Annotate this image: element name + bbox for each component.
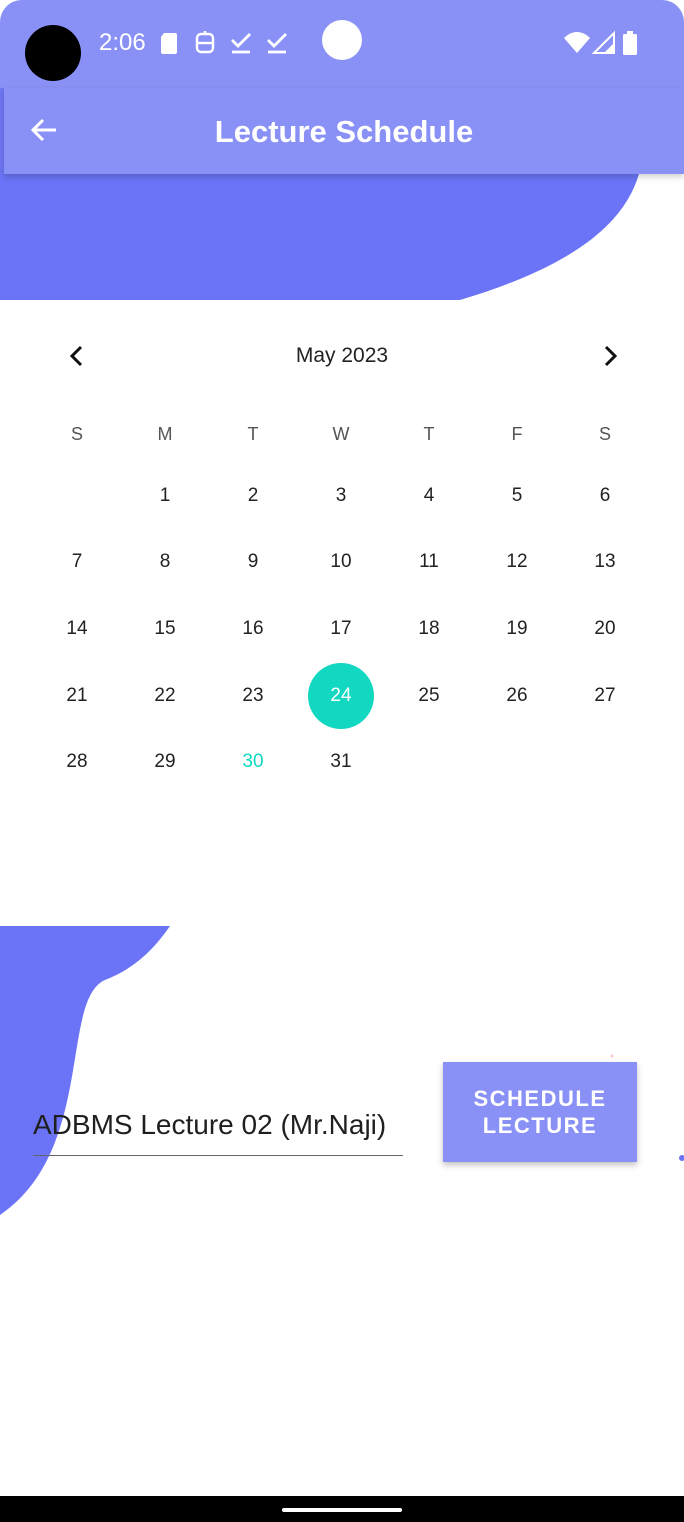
calendar-day[interactable]: 27	[572, 663, 638, 729]
calendar-day[interactable]: 2	[220, 463, 286, 529]
calendar-day[interactable]: 3	[308, 463, 374, 529]
calendar-day[interactable]: 11	[396, 529, 462, 595]
calendar-day[interactable]: 30	[220, 729, 286, 795]
calendar-day[interactable]: 17	[308, 596, 374, 662]
calendar-day[interactable]: 22	[132, 663, 198, 729]
calendar-month-label: May 2023	[295, 344, 389, 367]
calendar-day[interactable]: 28	[44, 729, 110, 795]
bottom-left-wave-shape	[0, 926, 170, 1215]
calendar-day[interactable]: 6	[572, 463, 638, 529]
calendar-day[interactable]: 5	[484, 463, 550, 529]
calendar-day[interactable]: 8	[132, 529, 198, 595]
check-download-icon	[231, 33, 251, 54]
app-bar: Lecture Schedule	[4, 88, 684, 174]
calendar-day[interactable]: 9	[220, 529, 286, 595]
status-time: 2:06	[99, 29, 146, 56]
calendar-day[interactable]: 15	[132, 596, 198, 662]
battery-icon	[623, 31, 637, 55]
weekday-label: S	[598, 424, 611, 444]
next-month-button[interactable]	[590, 336, 630, 376]
calendar-day[interactable]: 25	[396, 663, 462, 729]
status-bar: 2:06	[0, 0, 684, 88]
home-gesture-handle[interactable]	[282, 1508, 402, 1512]
calendar-day[interactable]: 20	[572, 596, 638, 662]
top-wave-shape	[0, 170, 640, 300]
weekday-label: F	[511, 424, 523, 444]
calendar-day[interactable]: 21	[44, 663, 110, 729]
wifi-icon	[564, 32, 590, 53]
system-navigation-bar	[0, 1496, 684, 1522]
calendar-day[interactable]: 14	[44, 596, 110, 662]
calendar-day[interactable]: 4	[396, 463, 462, 529]
calendar-day-selected[interactable]: 24	[308, 663, 374, 729]
page-title: Lecture Schedule	[214, 114, 474, 149]
calendar-day[interactable]: 23	[220, 663, 286, 729]
schedule-lecture-button[interactable]: SCHEDULE LECTURE	[443, 1062, 637, 1162]
calendar-day[interactable]: 18	[396, 596, 462, 662]
weekday-label: T	[423, 424, 435, 444]
status-indicator-dot	[322, 20, 362, 60]
check-download-icon	[267, 33, 287, 54]
calendar-day[interactable]: 1	[132, 463, 198, 529]
calendar: May 2023 SMTWTFS 1 2 3 4 5 6 7 8 9 10 11 12 13 14 15 16…	[0, 300, 684, 820]
weekday-label: W	[332, 424, 350, 444]
calendar-day[interactable]: 29	[132, 729, 198, 795]
weekday-label: T	[247, 424, 259, 444]
calendar-day[interactable]: 26	[484, 663, 550, 729]
sd-card-icon	[161, 33, 177, 54]
calendar-day[interactable]: 31	[308, 729, 374, 795]
calendar-day[interactable]: 10	[308, 529, 374, 595]
weekday-label: M	[157, 424, 173, 444]
calendar-day[interactable]: 12	[484, 529, 550, 595]
calendar-day[interactable]: 7	[44, 529, 110, 595]
chevron-right-icon	[604, 345, 618, 367]
camera-cutout	[25, 25, 81, 81]
decor-dot	[610, 1054, 614, 1058]
signal-icon	[592, 30, 615, 54]
weekday-label: S	[70, 424, 83, 444]
lecture-name-input[interactable]	[33, 1094, 403, 1156]
decor-dot	[679, 1155, 684, 1161]
storage-icon	[195, 31, 215, 54]
calendar-day[interactable]: 16	[220, 596, 286, 662]
calendar-day[interactable]: 13	[572, 529, 638, 595]
calendar-day[interactable]: 19	[484, 596, 550, 662]
